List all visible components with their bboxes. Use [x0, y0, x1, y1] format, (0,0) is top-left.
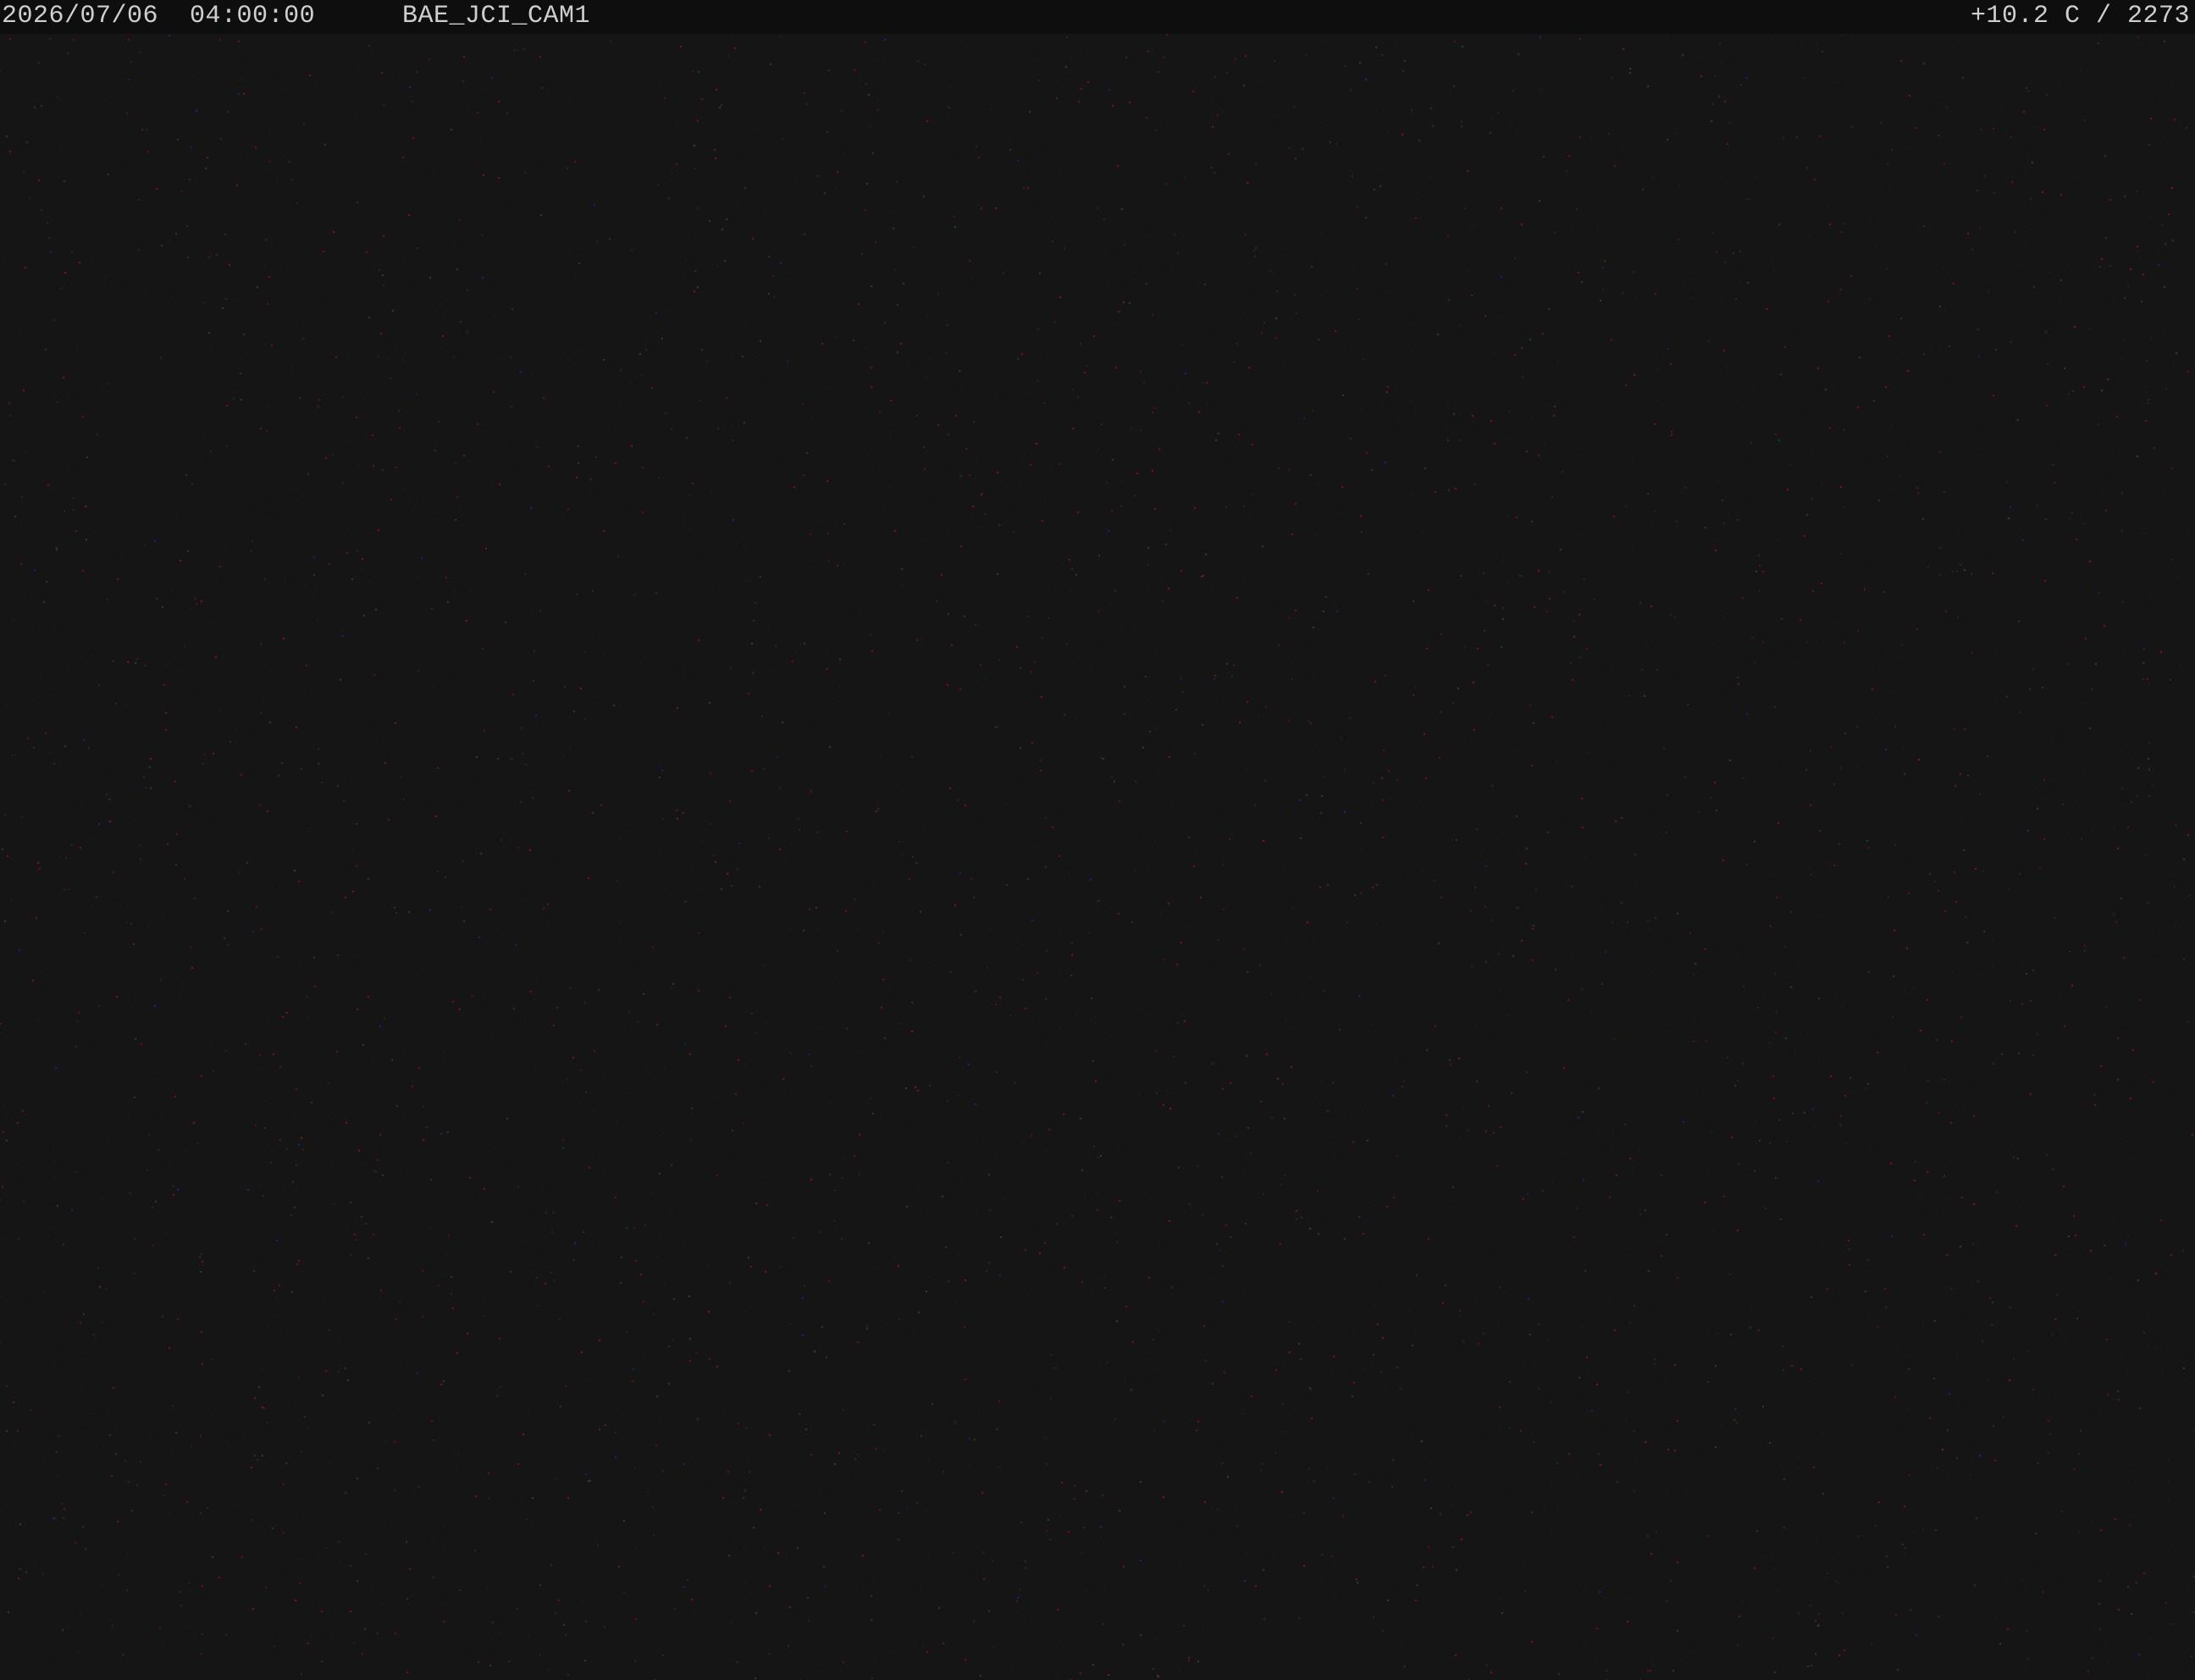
- osd-sensor-readout: +10.2 C / 2273: [1970, 2, 2190, 30]
- osd-time: 04:00:00: [190, 2, 316, 30]
- osd-date: 2026/07/06: [2, 2, 159, 30]
- osd-camera-id: BAE_JCI_CAM1: [402, 2, 591, 30]
- night-sky-noise-image: [0, 0, 2195, 1680]
- osd-overlay-bar: 2026/07/06 04:00:00 BAE_JCI_CAM1 +10.2 C…: [0, 0, 2195, 34]
- osd-datetime: 2026/07/06 04:00:00: [2, 0, 315, 34]
- camera-frame: 2026/07/06 04:00:00 BAE_JCI_CAM1 +10.2 C…: [0, 0, 2195, 1680]
